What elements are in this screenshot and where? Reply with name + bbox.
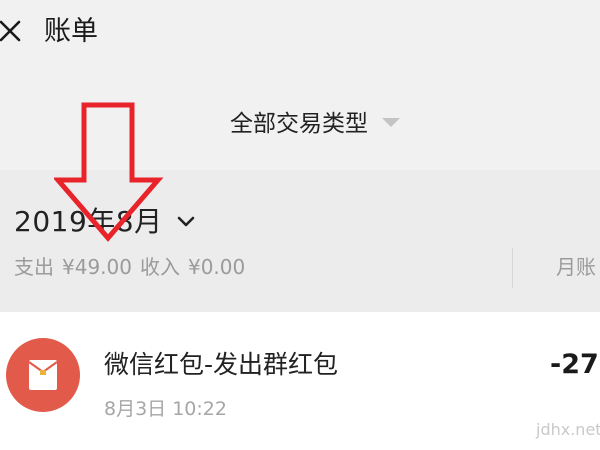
chevron-down-icon — [177, 216, 194, 227]
divider — [512, 248, 513, 288]
transaction-list: 微信红包-发出群红包 8月3日 10:22 -27 — [0, 312, 600, 450]
filter-label: 全部交易类型 — [230, 111, 368, 137]
income-value: ¥0.00 — [187, 255, 246, 279]
close-button[interactable] — [0, 14, 30, 50]
page-title: 账单 — [44, 16, 98, 47]
expense-value: ¥49.00 — [62, 255, 132, 279]
month-totals: 支出 ¥49.00 收入 ¥0.00 — [14, 252, 253, 282]
annotation-arrow-icon — [54, 102, 164, 242]
transaction-avatar — [6, 338, 80, 412]
monthly-stats-link[interactable]: 月账 — [556, 252, 596, 282]
caret-down-icon — [382, 118, 400, 127]
watermark: jdhx.net — [536, 420, 600, 439]
expense-label: 支出 — [14, 255, 54, 279]
income-label: 收入 — [139, 255, 180, 279]
transaction-title: 微信红包-发出群红包 — [104, 350, 339, 379]
transaction-amount: -27 — [550, 349, 599, 380]
top-bar: 账单 — [0, 0, 600, 70]
transaction-row[interactable]: 微信红包-发出群红包 8月3日 10:22 -27 — [0, 312, 600, 450]
red-envelope-icon — [28, 360, 58, 390]
bill-screen: 账单 全部交易类型 2019年8月 支出¥49.00收入¥0.00 月账 — [0, 0, 600, 450]
close-icon — [0, 20, 21, 42]
transaction-time: 8月3日 10:22 — [104, 398, 227, 420]
